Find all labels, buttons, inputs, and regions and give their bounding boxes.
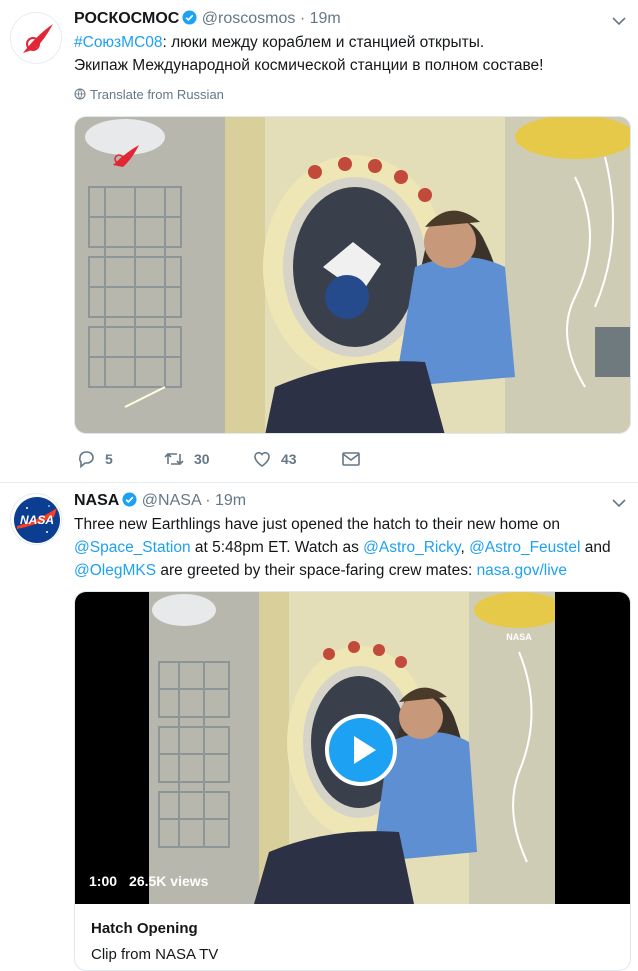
avatar-roscosmos[interactable]	[10, 12, 62, 64]
tweet-timestamp[interactable]: 19m	[310, 10, 341, 27]
like-button[interactable]: 43	[252, 449, 297, 469]
retweet-count: 30	[194, 451, 210, 467]
video-watermark: NASA	[506, 632, 532, 642]
tweet-text-span: and	[580, 539, 611, 556]
reply-icon	[78, 451, 94, 469]
tweet-nasa[interactable]: NASA NASA @NASA · 19m Three new Earthlin…	[0, 482, 638, 971]
mention-link[interactable]: @Astro_Ricky	[363, 539, 460, 556]
card-title[interactable]: Hatch Opening	[91, 920, 198, 937]
hashtag-link[interactable]: #СоюзМС08	[74, 34, 163, 51]
tweet-text-span: ,	[460, 539, 470, 556]
tweet-header: NASA @NASA · 19m	[74, 492, 246, 512]
roscosmos-logo	[11, 13, 61, 63]
author-name[interactable]: РОСКОСМОС	[74, 10, 179, 27]
play-icon	[354, 736, 376, 764]
tweet-timestamp[interactable]: 19m	[215, 492, 246, 509]
avatar-nasa[interactable]: NASA	[10, 493, 62, 545]
external-link[interactable]: nasa.gov/live	[477, 562, 567, 579]
tweet-text-line: : люки между кораблем и станцией открыты…	[162, 34, 485, 51]
nasa-meatball-logo: NASA	[11, 494, 61, 544]
direct-message-button[interactable]	[341, 449, 361, 469]
avatar-text: NASA	[20, 513, 54, 527]
separator-dot: ·	[205, 492, 211, 509]
verified-badge-icon	[182, 10, 197, 30]
retweet-icon	[164, 452, 184, 466]
iss-hatch-photo	[75, 117, 630, 433]
author-name[interactable]: NASA	[74, 492, 119, 509]
translate-label: Translate from Russian	[90, 87, 224, 102]
like-icon	[254, 451, 270, 467]
mention-link[interactable]: @Space_Station	[74, 539, 191, 556]
verified-badge-icon	[122, 492, 137, 512]
tweet-roscosmos[interactable]: РОСКОСМОС @roscosmos · 19m #СоюзМС08: лю…	[0, 0, 638, 482]
card-subtitle: Clip from NASA TV	[91, 946, 219, 963]
direct-message-icon	[342, 452, 360, 466]
play-button[interactable]	[325, 714, 397, 786]
reply-button[interactable]: 5	[76, 449, 113, 469]
mention-link[interactable]: @Astro_Feustel	[469, 539, 580, 556]
mention-link[interactable]: @OlegMKS	[74, 562, 156, 579]
reply-count: 5	[105, 451, 113, 467]
author-handle[interactable]: @NASA	[142, 492, 201, 509]
retweet-button[interactable]: 30	[163, 449, 210, 469]
video-duration: 1:00	[89, 873, 118, 889]
video-views: 26.5K views	[129, 873, 209, 889]
tweet-text-span: are greeted by their space-faring crew m…	[156, 562, 477, 579]
tweet-photo[interactable]	[74, 116, 631, 434]
globe-icon	[74, 88, 86, 100]
tweet-header: РОСКОСМОС @roscosmos · 19m	[74, 10, 341, 30]
video-card[interactable]: NASA 1:00 26.5K views Hatch Opening Clip…	[74, 591, 631, 971]
tweet-text: #СоюзМС08: люки между кораблем и станцие…	[74, 31, 624, 77]
translate-link[interactable]: Translate from Russian	[74, 87, 224, 102]
author-handle[interactable]: @roscosmos	[202, 10, 296, 27]
tweet-text: Three new Earthlings have just opened th…	[74, 513, 624, 582]
tweet-text-span: at 5:48pm ET. Watch as	[190, 539, 364, 556]
video-player[interactable]: NASA 1:00 26.5K views	[75, 592, 630, 904]
separator-dot: ·	[299, 10, 306, 27]
video-meta: 1:00 26.5K views	[89, 873, 208, 889]
tweet-text-line: Экипаж Международной космической станции…	[74, 57, 544, 74]
chevron-down-icon[interactable]	[612, 498, 626, 508]
tweet-text-line: Three new Earthlings have just opened th…	[74, 516, 560, 533]
chevron-down-icon[interactable]	[612, 16, 626, 26]
like-count: 43	[281, 451, 297, 467]
